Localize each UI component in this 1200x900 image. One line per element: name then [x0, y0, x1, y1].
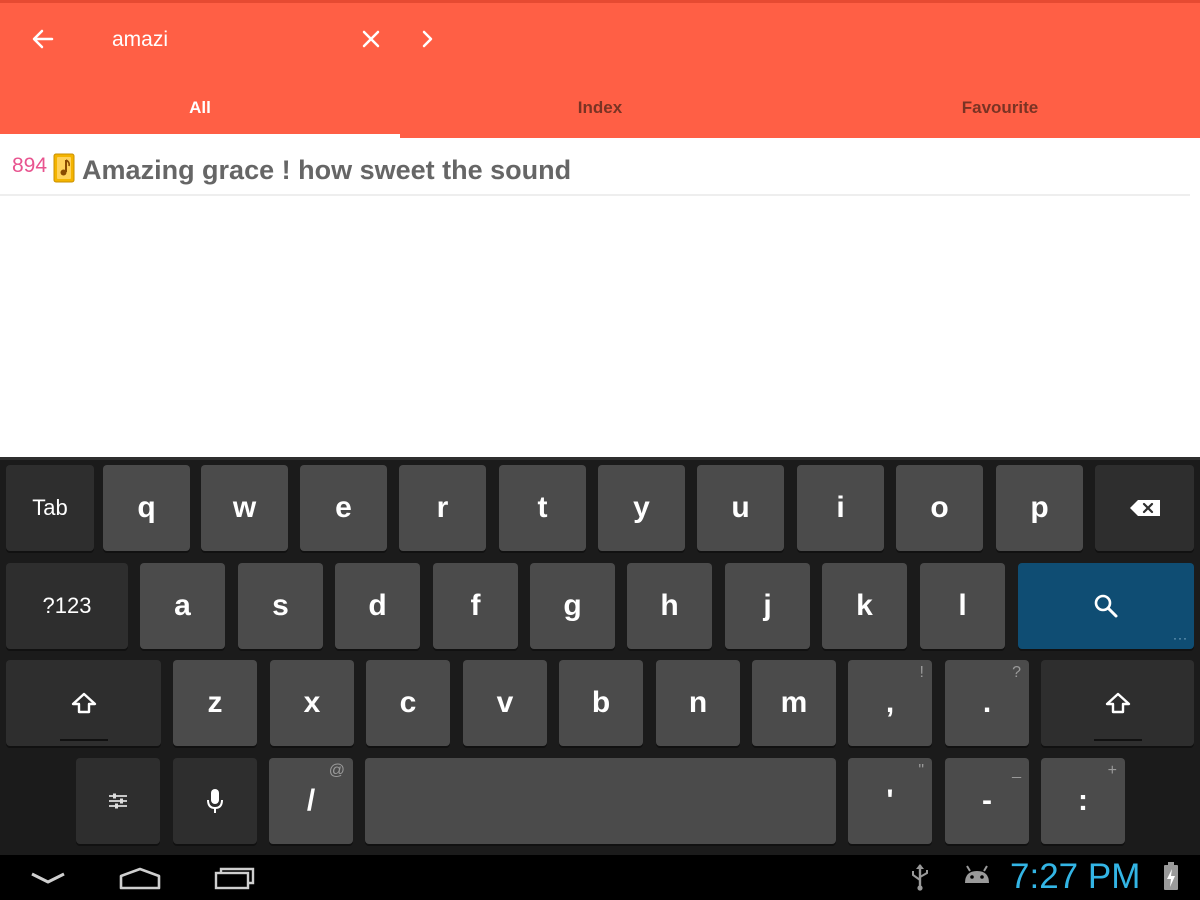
key-y[interactable]: y — [598, 465, 685, 551]
key-dash-label: - — [982, 784, 992, 817]
android-debug-status — [962, 865, 992, 887]
key-period-hint: ? — [1012, 664, 1021, 681]
key-h[interactable]: h — [627, 563, 712, 649]
shift-icon — [1105, 692, 1130, 714]
tab-bar: All Index Favourite — [0, 80, 1200, 138]
key-comma-hint: ! — [919, 664, 924, 681]
tab-favourite[interactable]: Favourite — [800, 80, 1200, 138]
more-dots: ··· — [1173, 631, 1188, 645]
key-i[interactable]: i — [797, 465, 884, 551]
nav-back-icon — [31, 872, 65, 884]
nav-home-button[interactable] — [110, 859, 170, 897]
tab-index[interactable]: Index — [400, 80, 800, 138]
key-slash[interactable]: / @ — [269, 758, 353, 844]
key-c[interactable]: c — [366, 660, 450, 746]
key-a[interactable]: a — [140, 563, 225, 649]
key-apostrophe[interactable]: ' " — [848, 758, 932, 844]
key-shift-left[interactable] — [6, 660, 161, 746]
nav-recents-icon — [214, 867, 255, 890]
key-k[interactable]: k — [822, 563, 907, 649]
usb-icon — [912, 864, 928, 891]
song-number: 894 — [12, 154, 48, 177]
backspace-icon — [1129, 500, 1160, 516]
key-colon-hint: + — [1107, 762, 1117, 779]
key-v[interactable]: v — [463, 660, 547, 746]
soft-keyboard: Tab q w e r t y u i o p ?123 a s d f g h… — [0, 457, 1200, 855]
key-comma[interactable]: , ! — [848, 660, 932, 746]
android-debug-icon — [965, 865, 989, 883]
key-space[interactable] — [365, 758, 836, 844]
key-apostrophe-label: ' — [886, 784, 894, 817]
app-bar: All Index Favourite — [0, 0, 1200, 138]
status-line — [0, 0, 1200, 3]
key-n[interactable]: n — [656, 660, 740, 746]
key-f[interactable]: f — [433, 563, 518, 649]
key-j[interactable]: j — [725, 563, 810, 649]
key-w[interactable]: w — [201, 465, 288, 551]
list-item[interactable]: 894 Amazing grace ! how sweet the sound — [0, 148, 1190, 196]
chevron-right-icon — [422, 30, 433, 48]
key-settings[interactable] — [76, 758, 160, 844]
status-clock: 7:27 PM — [1010, 857, 1141, 896]
music-sheet-icon — [53, 153, 75, 183]
system-nav-bar: 7:27 PM — [0, 855, 1200, 900]
battery-status — [1162, 861, 1180, 891]
key-colon[interactable]: : + — [1041, 758, 1125, 844]
shift-icon — [71, 692, 96, 714]
key-slash-label: / — [306, 784, 316, 817]
nav-home-icon — [119, 867, 161, 890]
key-u[interactable]: u — [697, 465, 784, 551]
key-colon-label: : — [1078, 784, 1088, 817]
results-list: 894 Amazing grace ! how sweet the sound — [0, 138, 1200, 458]
key-period-label: . — [982, 686, 992, 719]
tab-all[interactable]: All — [0, 80, 400, 138]
key-voice-input[interactable] — [173, 758, 257, 844]
key-l[interactable]: l — [920, 563, 1005, 649]
key-r[interactable]: r — [399, 465, 486, 551]
clear-search-button[interactable] — [350, 18, 392, 60]
key-s[interactable]: s — [238, 563, 323, 649]
key-backspace[interactable] — [1095, 465, 1194, 551]
song-title: Amazing grace ! how sweet the sound — [82, 154, 572, 185]
nav-recents-button[interactable] — [205, 859, 265, 897]
back-button[interactable] — [22, 18, 64, 60]
key-b[interactable]: b — [559, 660, 643, 746]
key-q[interactable]: q — [103, 465, 190, 551]
key-x[interactable]: x — [270, 660, 354, 746]
key-dash-hint: _ — [1012, 762, 1021, 779]
key-z[interactable]: z — [173, 660, 257, 746]
key-symbols[interactable]: ?123 — [6, 563, 128, 649]
shift-indicator — [1093, 739, 1142, 741]
close-icon — [362, 30, 380, 48]
key-t[interactable]: t — [499, 465, 586, 551]
key-comma-label: , — [885, 686, 895, 719]
key-slash-hint: @ — [328, 762, 345, 779]
key-tab[interactable]: Tab — [6, 465, 94, 551]
key-m[interactable]: m — [752, 660, 836, 746]
arrow-left-icon — [32, 29, 54, 49]
key-dash[interactable]: - _ — [945, 758, 1029, 844]
nav-back-button[interactable] — [18, 859, 78, 897]
search-input[interactable] — [100, 20, 340, 60]
settings-sliders-icon — [109, 793, 127, 809]
key-p[interactable]: p — [996, 465, 1083, 551]
search-icon — [1094, 594, 1118, 618]
key-apostrophe-hint: " — [918, 762, 924, 779]
key-shift-right[interactable] — [1041, 660, 1194, 746]
next-button[interactable] — [406, 18, 448, 60]
shift-indicator — [59, 739, 108, 741]
microphone-icon — [207, 789, 223, 813]
key-e[interactable]: e — [300, 465, 387, 551]
key-o[interactable]: o — [896, 465, 983, 551]
usb-status — [908, 863, 932, 891]
key-d[interactable]: d — [335, 563, 420, 649]
key-period[interactable]: . ? — [945, 660, 1029, 746]
battery-charging-icon — [1164, 862, 1178, 890]
key-g[interactable]: g — [530, 563, 615, 649]
key-search[interactable]: ··· — [1018, 563, 1194, 649]
